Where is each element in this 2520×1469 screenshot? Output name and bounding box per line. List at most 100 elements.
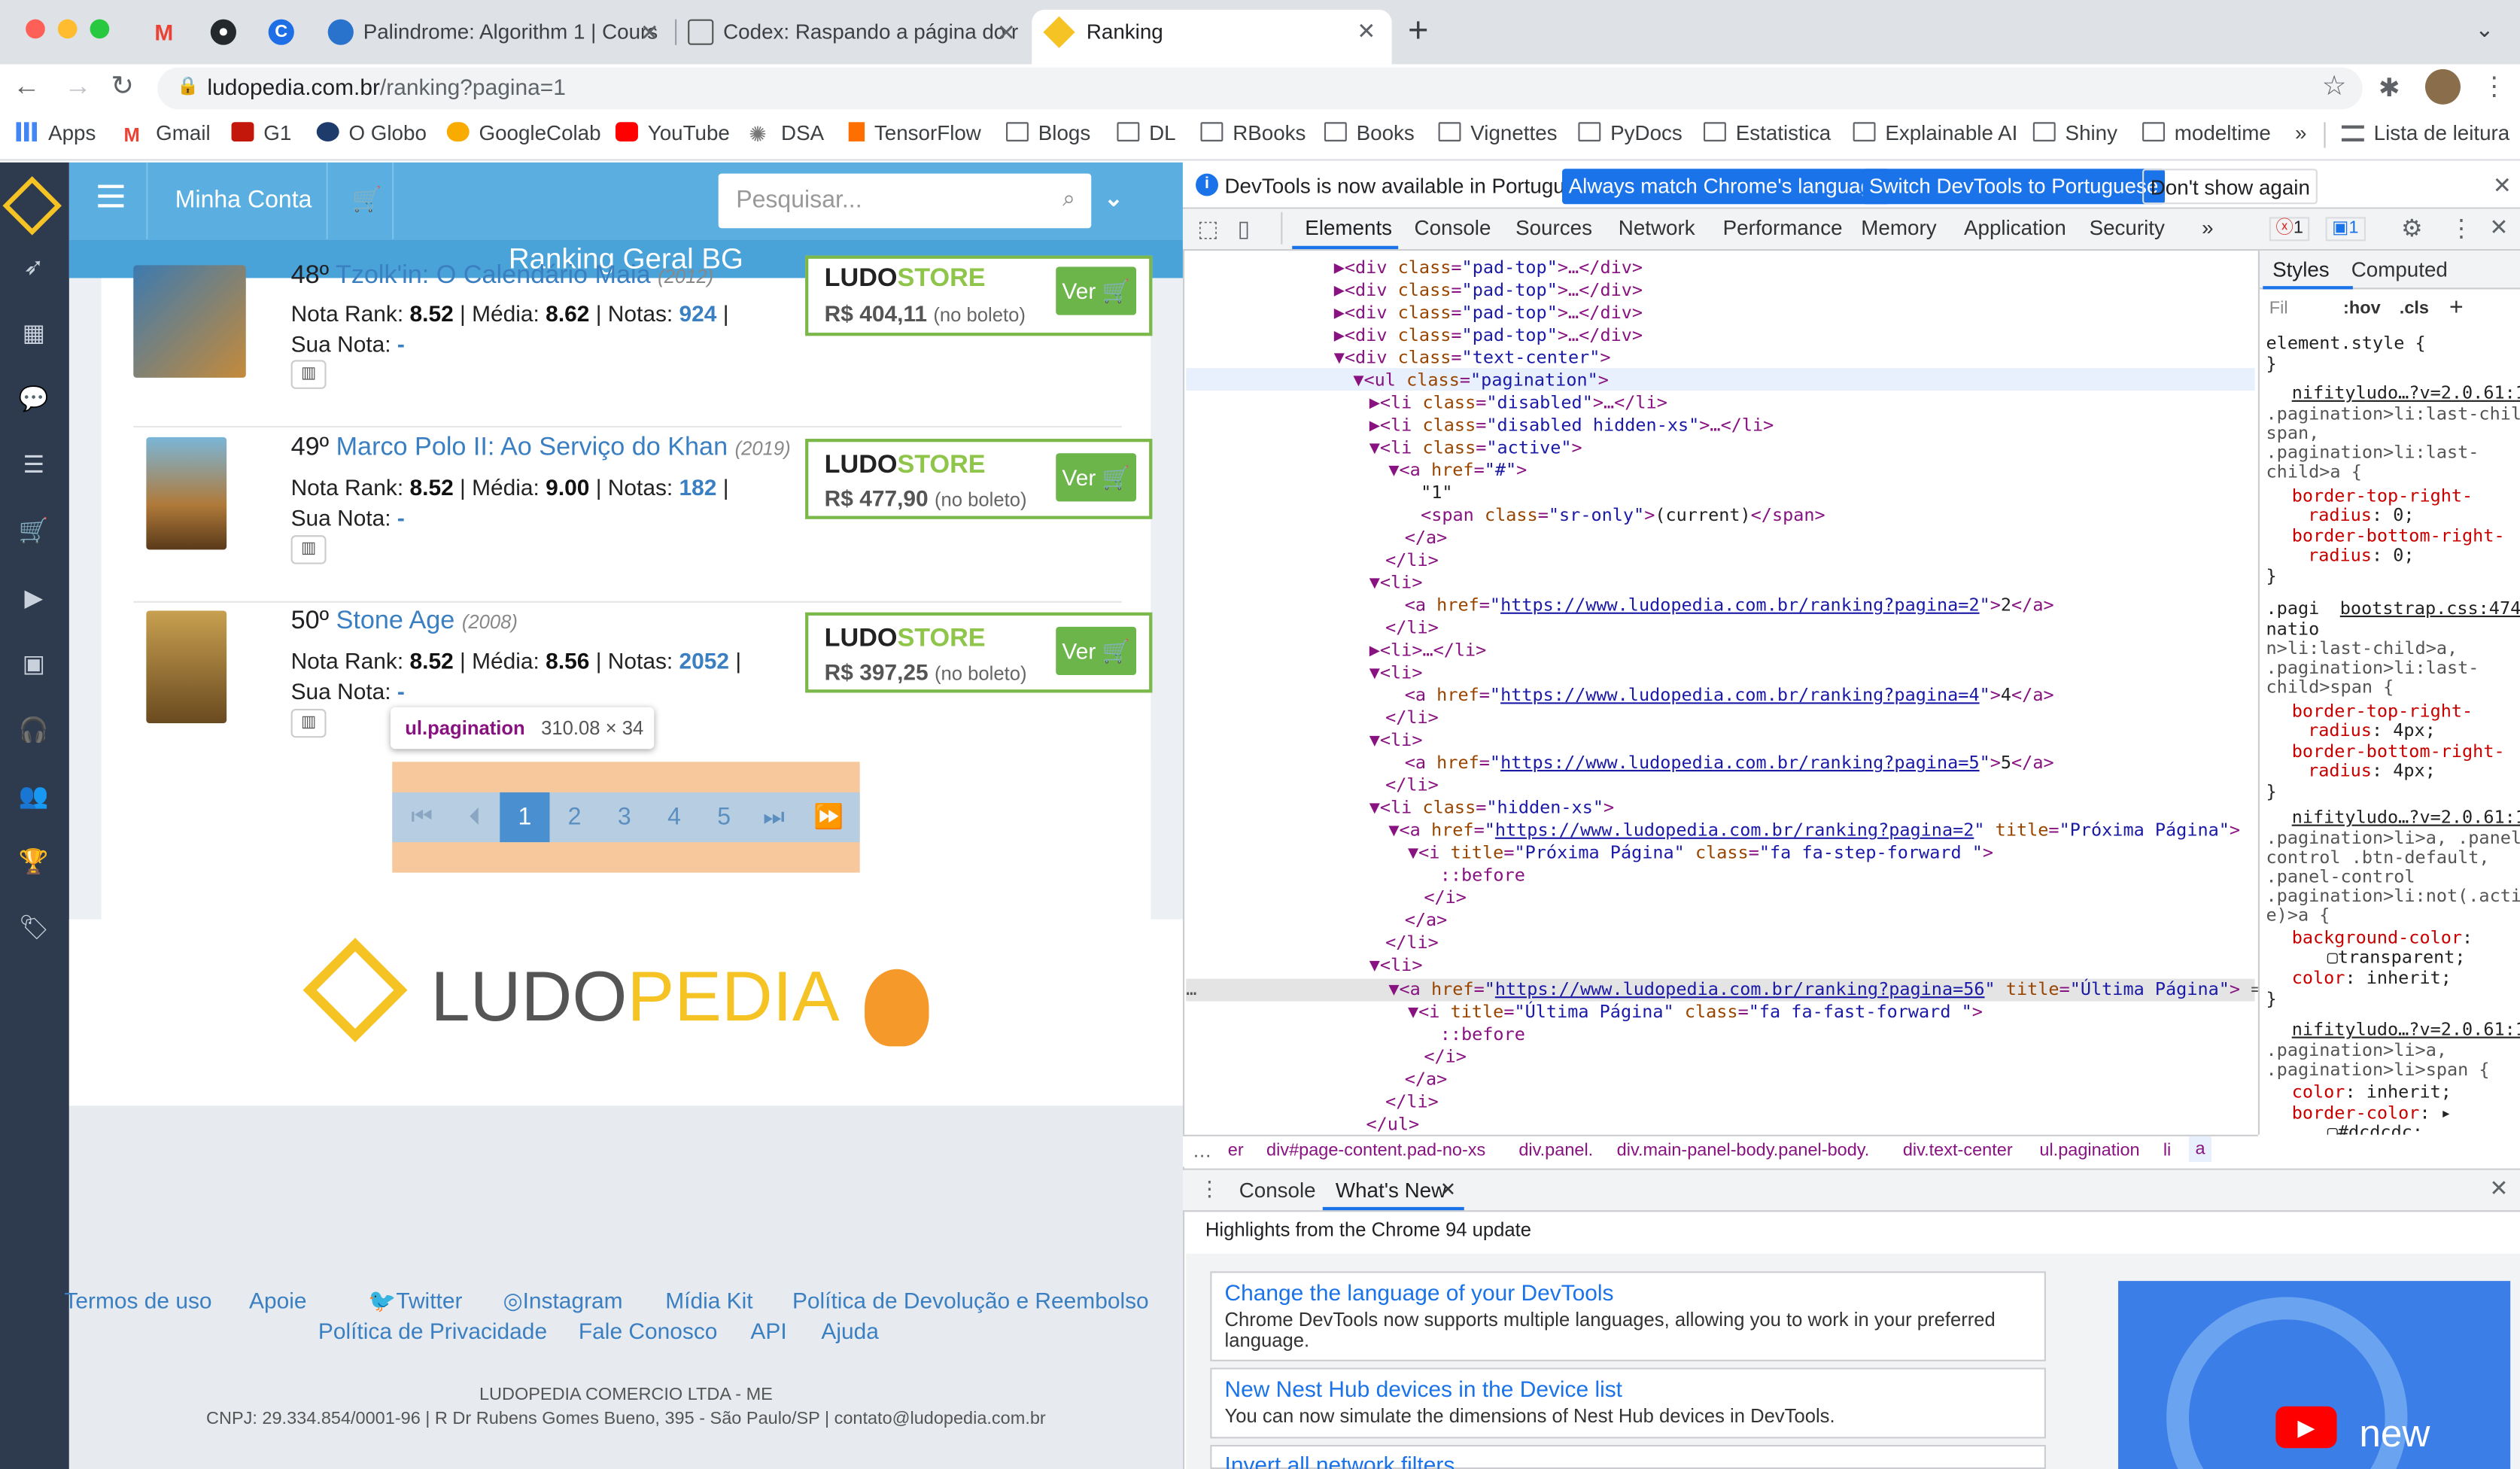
bookmark-vignettes[interactable]: Vignettes — [1438, 121, 1558, 144]
game-link[interactable]: Marco Polo II: Ao Serviço do Khan — [336, 434, 728, 461]
chart-bar-icon[interactable]: ▥ — [290, 708, 327, 738]
browser-menu-icon[interactable]: ⋮ — [2482, 71, 2507, 103]
comments-icon[interactable]: 💬 — [17, 387, 50, 413]
tab-sources[interactable]: Sources — [1515, 215, 1592, 239]
error-count-badge[interactable]: ⓧ1 — [2269, 217, 2310, 242]
bookmark-estatistica[interactable]: Estatistica — [1703, 121, 1831, 144]
bookmark-colab[interactable]: GoogleColab — [446, 121, 601, 144]
breadcrumb-item[interactable]: li — [2163, 1139, 2171, 1162]
play-icon[interactable]: ▶ — [17, 585, 50, 613]
breadcrumb-item[interactable]: a — [2189, 1136, 2212, 1163]
device-toolbar-icon[interactable]: ▯ — [1238, 215, 1250, 242]
address-bar[interactable]: 🔒 ludopedia.com.br/ranking?pagina=1 ☆ — [157, 67, 2363, 110]
search-input[interactable]: Pesquisar... ⌕ — [718, 173, 1092, 229]
game-cover-image[interactable] — [133, 265, 246, 378]
bookmark-youtube[interactable]: YouTube — [616, 121, 730, 144]
profile-avatar[interactable] — [2424, 68, 2461, 105]
first-page-icon[interactable]: ⏮ — [397, 792, 447, 842]
breadcrumb-item[interactable]: div.text-center — [1903, 1139, 2013, 1162]
footer-link-apoie[interactable]: Apoie — [249, 1288, 306, 1313]
breadcrumb-item[interactable]: er — [1228, 1139, 1244, 1162]
coursera-pinned-tab-icon[interactable]: C — [268, 19, 294, 45]
bookmark-g1[interactable]: G1 — [231, 121, 291, 144]
reading-list-button[interactable]: Lista de leitura — [2341, 121, 2509, 144]
tab-security[interactable]: Security — [2090, 215, 2165, 239]
new-tab-button[interactable]: + — [1408, 11, 1428, 50]
image-icon[interactable]: ▣ — [17, 652, 50, 678]
close-infobar-icon[interactable]: ✕ — [2493, 172, 2512, 199]
bookmark-oglobo[interactable]: O Globo — [316, 121, 427, 144]
tab-application[interactable]: Application — [1964, 215, 2066, 239]
maximize-window-button[interactable] — [90, 19, 110, 39]
bookmark-shiny[interactable]: Shiny — [2032, 121, 2117, 144]
search-icon[interactable]: ⌕ — [1062, 185, 1075, 212]
close-tab-icon[interactable]: ✕ — [640, 11, 659, 53]
close-drawer-icon[interactable]: ✕ — [2489, 1175, 2508, 1202]
tag-icon[interactable]: 🏷 — [17, 915, 50, 941]
more-tabs-button[interactable]: » — [2202, 215, 2213, 239]
footer-link-api[interactable]: API — [750, 1318, 786, 1343]
game-cover-image[interactable] — [146, 610, 227, 724]
game-link[interactable]: Stone Age — [336, 607, 455, 634]
chart-bar-icon[interactable]: ▥ — [290, 360, 327, 389]
footer-link-ajuda[interactable]: Ajuda — [821, 1318, 878, 1343]
ludopedia-logo-icon[interactable] — [2, 176, 62, 236]
cart-icon[interactable]: 🛒 — [17, 519, 50, 545]
footer-link-terms[interactable]: Termos de uso — [64, 1288, 211, 1313]
tab-codex[interactable]: Codex: Raspando a página do r ✕ — [678, 11, 1029, 64]
bookmark-tensorflow[interactable]: TensorFlow — [848, 121, 981, 144]
tab-console[interactable]: Console — [1415, 215, 1491, 239]
tab-network[interactable]: Network — [1619, 215, 1695, 239]
footer-link-devolucao[interactable]: Política de Devolução e Reembolso — [792, 1288, 1149, 1313]
close-tab-icon[interactable]: ✕ — [997, 11, 1016, 53]
list-icon[interactable]: ☰ — [17, 452, 50, 479]
footer-link-privacidade[interactable]: Política de Privacidade — [318, 1318, 547, 1343]
drawer-menu-icon[interactable]: ⋮ — [1199, 1176, 1220, 1202]
chevron-down-icon[interactable]: ⌄ — [1104, 185, 1123, 212]
drawer-tab-console[interactable]: Console — [1239, 1178, 1316, 1202]
ver-button[interactable]: Ver 🛒 — [1056, 626, 1137, 675]
drawer-tab-whats-new[interactable]: What's New — [1336, 1178, 1446, 1202]
footer-link-twitter[interactable]: 🐦Twitter — [368, 1288, 462, 1315]
bookmark-dl[interactable]: DL — [1117, 121, 1176, 144]
play-icon[interactable]: ▶ — [2275, 1406, 2337, 1449]
headphones-icon[interactable]: 🎧 — [17, 718, 50, 744]
dont-show-again-button[interactable]: Don't show again — [2142, 169, 2318, 205]
tab-memory[interactable]: Memory — [1861, 215, 1936, 239]
inspect-element-icon[interactable]: ⬚ — [1197, 215, 1218, 242]
next-page-icon[interactable]: ⏭ — [749, 792, 798, 842]
tab-palindrome[interactable]: Palindrome: Algorithm 1 | Cours ✕ — [318, 11, 672, 64]
ludostore-offer[interactable]: LUDOSTORE R$ 404,11 (no boleto) Ver 🛒 — [805, 255, 1153, 336]
breadcrumb-more-icon[interactable]: … — [1193, 1139, 1212, 1162]
news-card[interactable]: Change the language of your DevTools Chr… — [1210, 1271, 2046, 1361]
tab-search-chevron-icon[interactable]: ⌄ — [2475, 16, 2494, 43]
game-link[interactable]: Tzolk'in: O Calendário Maia — [336, 262, 651, 289]
footer-link-midia-kit[interactable]: Mídia Kit — [665, 1288, 752, 1313]
ludostore-offer[interactable]: LUDOSTORE R$ 477,90 (no boleto) Ver 🛒 — [805, 439, 1153, 519]
bookmark-apps[interactable]: Apps — [16, 121, 96, 144]
always-match-language-button[interactable]: Always match Chrome's language — [1562, 169, 1891, 205]
grid-icon[interactable]: ▦ — [17, 321, 50, 347]
tab-performance[interactable]: Performance — [1723, 215, 1843, 239]
close-whats-new-icon[interactable]: ✕ — [1440, 1178, 1456, 1200]
chart-bar-icon[interactable]: ▥ — [290, 535, 327, 564]
my-account-link[interactable]: Minha Conta — [175, 187, 312, 214]
bookmark-dsa[interactable]: ✺ DSA — [749, 121, 824, 145]
rocket-icon[interactable]: ➶ — [17, 255, 50, 281]
tab-elements[interactable]: Elements — [1305, 215, 1392, 239]
bookmark-books[interactable]: Books — [1324, 121, 1415, 144]
tab-styles[interactable]: Styles — [2272, 257, 2330, 281]
footer-link-instagram[interactable]: ◎Instagram — [503, 1288, 623, 1315]
cls-toggle[interactable]: .cls — [2400, 299, 2429, 318]
devtools-menu-icon[interactable]: ⋮ — [2449, 214, 2473, 242]
page-4-link[interactable]: 4 — [649, 792, 699, 842]
menu-hamburger-icon[interactable] — [98, 184, 124, 208]
breadcrumb-item[interactable]: div.main-panel-body.panel-body. — [1617, 1139, 1870, 1162]
breadcrumb-item[interactable]: div#page-content.pad-no-xs — [1266, 1139, 1485, 1162]
breadcrumb-item[interactable]: ul.pagination — [2039, 1139, 2139, 1162]
bookmark-rbooks[interactable]: RBooks — [1200, 121, 1306, 144]
bookmark-star-icon[interactable]: ☆ — [2322, 71, 2347, 103]
trophy-icon[interactable]: 🏆 — [17, 850, 50, 876]
game-cover-image[interactable] — [146, 436, 227, 550]
ludopedia-logo[interactable]: LUDOPEDIA — [430, 953, 839, 1043]
